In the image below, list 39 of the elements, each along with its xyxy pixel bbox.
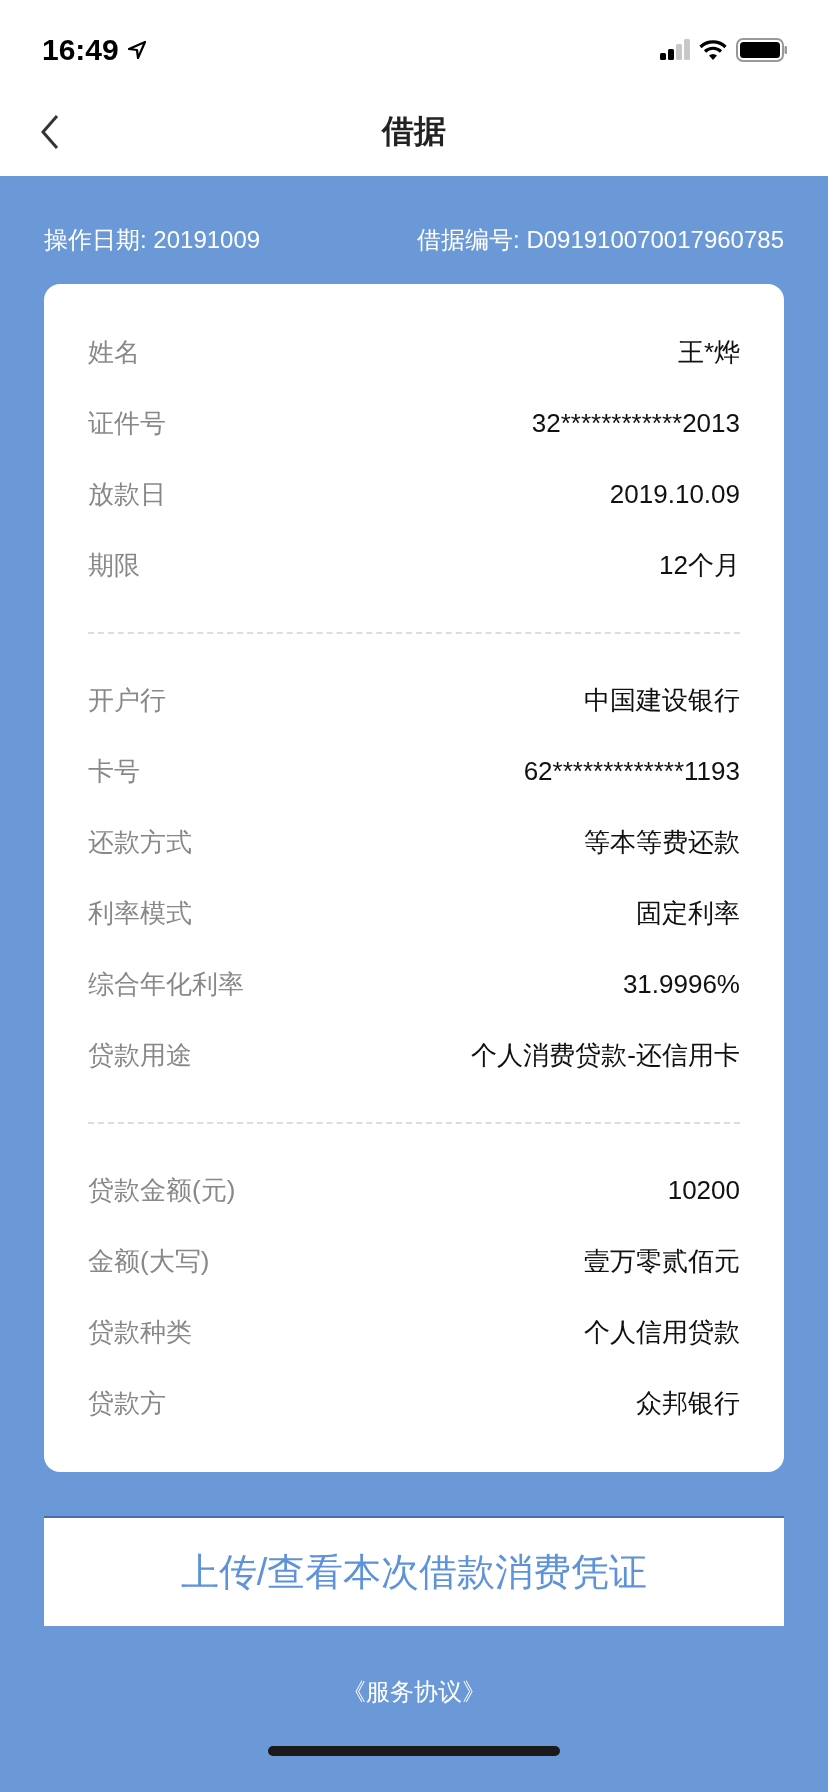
- operation-date: 操作日期: 20191009: [44, 225, 261, 255]
- field-value: 10200: [667, 1175, 740, 1206]
- back-icon[interactable]: [40, 114, 60, 150]
- field-value: 62*************1193: [523, 756, 740, 787]
- location-arrow-icon: [126, 40, 147, 60]
- field-label: 放款日: [88, 478, 166, 511]
- field-label: 贷款用途: [88, 1039, 192, 1072]
- field-value: 众邦银行: [636, 1387, 740, 1420]
- field-value: 壹万零贰佰元: [584, 1245, 740, 1278]
- field-value: 个人消费贷款-还信用卡: [471, 1039, 740, 1072]
- field-value: 等本等费还款: [584, 826, 740, 859]
- field-label: 综合年化利率: [88, 968, 244, 1001]
- receipt-number: 借据编号: D091910070017960785: [417, 225, 784, 255]
- battery-icon: [736, 38, 788, 62]
- field-value: 32************2013: [531, 408, 740, 439]
- service-agreement-link[interactable]: 《服务协议》: [342, 1676, 486, 1708]
- field-value: 2019.10.09: [609, 479, 740, 510]
- field-label: 姓名: [88, 336, 140, 369]
- wifi-icon: [698, 39, 728, 61]
- field-value: 31.9996%: [622, 969, 740, 1000]
- field-label: 贷款金额(元): [88, 1174, 236, 1207]
- field-value: 固定利率: [636, 897, 740, 930]
- field-label: 贷款方: [88, 1387, 166, 1420]
- field-label: 开户行: [88, 684, 166, 717]
- field-label: 期限: [88, 549, 140, 582]
- field-label: 金额(大写): [88, 1245, 210, 1278]
- field-label: 证件号: [88, 407, 166, 440]
- field-label: 利率模式: [88, 897, 192, 930]
- voucher-button[interactable]: 上传/查看本次借款消费凭证: [44, 1516, 784, 1626]
- field-value: 个人信用贷款: [584, 1316, 740, 1349]
- status-time: 16:49: [42, 33, 119, 67]
- field-value: 12个月: [659, 549, 740, 582]
- field-label: 还款方式: [88, 826, 192, 859]
- signal-icon: [660, 39, 690, 61]
- field-value: 中国建设银行: [584, 684, 740, 717]
- field-label: 卡号: [88, 755, 140, 788]
- field-label: 贷款种类: [88, 1316, 192, 1349]
- field-value: 王*烨: [677, 336, 740, 369]
- page-title: 借据: [382, 112, 446, 151]
